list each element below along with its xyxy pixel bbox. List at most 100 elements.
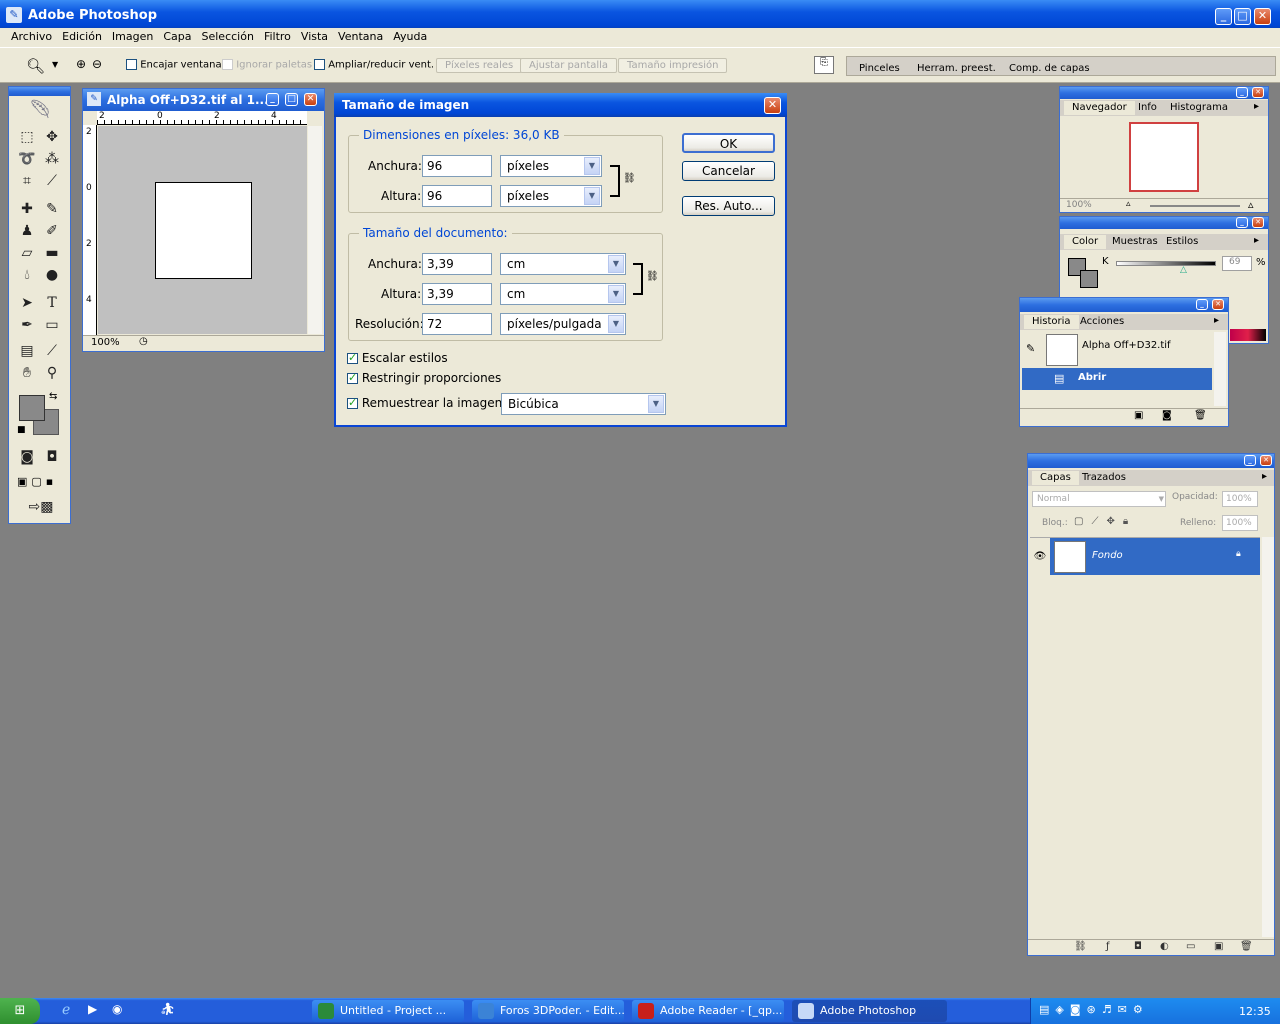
scale-styles-option[interactable]: Escalar estilos	[347, 351, 448, 365]
dodge-tool-icon[interactable]: ●	[42, 265, 62, 285]
chevron-down-icon[interactable]: ▼	[608, 285, 624, 303]
type-tool-icon[interactable]: T	[42, 293, 62, 313]
menu-seleccion[interactable]: Selección	[197, 28, 259, 46]
doc-width-unit-select[interactable]: cm ▼	[500, 253, 626, 275]
document-titlebar[interactable]: ✎ Alpha Off+D32.tif al 1... _ □ ✕	[83, 89, 324, 111]
layer-mask-icon[interactable]: ◘	[1134, 941, 1142, 952]
zoom-tool-icon[interactable]: ⚲	[42, 363, 62, 383]
chevron-down-icon[interactable]: ▼	[608, 315, 624, 333]
lasso-tool-icon[interactable]: ➰	[17, 149, 37, 169]
brush-tool-icon[interactable]: ✎	[42, 199, 62, 219]
feather-logo-icon[interactable]: 🪶︎	[13, 99, 67, 121]
new-group-icon[interactable]: ▭	[1186, 941, 1195, 952]
tab-color[interactable]: Color	[1064, 235, 1107, 249]
menu-ayuda[interactable]: Ayuda	[388, 28, 432, 46]
zoom-tool-icon[interactable]: 🔍︎	[26, 57, 45, 75]
gradient-tool-icon[interactable]: ▬	[42, 243, 62, 263]
menu-edicion[interactable]: Edición	[57, 28, 107, 46]
panel-close-button[interactable]: ✕	[1212, 299, 1224, 310]
close-button[interactable]: ✕	[1254, 8, 1271, 25]
new-document-icon[interactable]: ▣	[1134, 410, 1143, 421]
navigator-zoom-slider[interactable]	[1150, 205, 1240, 207]
chevron-down-icon[interactable]: ▼	[1159, 492, 1164, 506]
menu-ventana[interactable]: Ventana	[333, 28, 388, 46]
adjustment-layer-icon[interactable]: ◐	[1160, 941, 1169, 952]
resample-checkbox[interactable]	[347, 396, 358, 409]
panel-close-button[interactable]: ✕	[1260, 455, 1272, 466]
doc-height-unit-select[interactable]: cm ▼	[500, 283, 626, 305]
history-brush-source-icon[interactable]: ✎	[1026, 342, 1035, 355]
minimize-button[interactable]: _	[1215, 8, 1232, 25]
ok-button[interactable]: OK	[682, 133, 775, 153]
taskbar-item-reader[interactable]: Adobe Reader - [_qp...	[632, 1000, 784, 1022]
move-tool-icon[interactable]: ✥	[42, 127, 62, 147]
color-ramp[interactable]	[1230, 329, 1266, 341]
tab-styles[interactable]: Estilos	[1166, 235, 1198, 249]
opacity-input[interactable]: 100%	[1222, 491, 1258, 507]
history-snapshot-row[interactable]: ✎ Alpha Off+D32.tif	[1022, 332, 1212, 368]
color-bg-swatch[interactable]	[1080, 270, 1098, 288]
chevron-down-icon[interactable]: ▼	[584, 187, 600, 205]
pixel-height-input[interactable]: 96	[422, 185, 492, 207]
dialog-titlebar[interactable]: Tamaño de imagen ✕	[334, 93, 787, 117]
shape-tool-icon[interactable]: ▭	[42, 315, 62, 335]
quick-mask-icon[interactable]: ◘	[42, 447, 62, 467]
desktop-quicklaunch-icon[interactable]: ⛹︎	[160, 1002, 175, 1016]
navigator-preview[interactable]	[1129, 122, 1199, 192]
layer-row[interactable]: 👁︎ Fondo 🔒︎	[1030, 537, 1260, 575]
pen-tool-icon[interactable]: ✒	[17, 315, 37, 335]
panel-minimize-button[interactable]: _	[1196, 299, 1208, 310]
ie-quicklaunch-icon[interactable]: ℯ	[62, 1002, 70, 1018]
menu-imagen[interactable]: Imagen	[107, 28, 158, 46]
auto-resolution-button[interactable]: Res. Auto...	[682, 196, 775, 216]
trash-icon[interactable]: 🗑︎	[1240, 941, 1253, 952]
eye-visibility-icon[interactable]: 👁︎	[1030, 538, 1050, 575]
panel-minimize-button[interactable]: _	[1236, 87, 1248, 98]
trash-icon[interactable]: 🗑︎	[1194, 410, 1207, 421]
k-slider-handle[interactable]: △	[1180, 265, 1187, 275]
zoom-out-mountain-icon[interactable]: ▵	[1126, 199, 1131, 209]
chevron-down-icon[interactable]: ▼	[52, 60, 58, 69]
fit-window-checkbox[interactable]	[126, 59, 137, 70]
panel-menu-icon[interactable]: ▸	[1262, 471, 1267, 482]
doc-minimize-button[interactable]: _	[266, 93, 279, 106]
chevron-down-icon[interactable]: ▼	[608, 255, 624, 273]
navigator-zoom[interactable]: 100%	[1066, 200, 1092, 210]
tab-layers[interactable]: Capas	[1032, 471, 1079, 485]
zoom-level[interactable]: 100%	[91, 337, 120, 348]
magic-wand-icon[interactable]: ⁂	[42, 149, 62, 169]
k-value-input[interactable]: 69	[1222, 256, 1252, 271]
swap-colors-icon[interactable]: ⇆	[49, 391, 57, 402]
path-selection-icon[interactable]: ➤	[17, 293, 37, 313]
new-layer-icon[interactable]: ▣	[1214, 941, 1223, 952]
standard-mode-icon[interactable]: ◙	[17, 447, 37, 467]
fill-input[interactable]: 100%	[1222, 515, 1258, 531]
status-menu-icon[interactable]: ◷	[139, 336, 148, 347]
resize-windows-checkbox[interactable]	[314, 59, 325, 70]
blend-mode-select[interactable]: Normal ▼	[1032, 491, 1166, 507]
taskbar-item-browser[interactable]: Foros 3DPoder. - Edit...	[472, 1000, 624, 1022]
menu-vista[interactable]: Vista	[296, 28, 333, 46]
resample-option[interactable]: Remuestrear la imagen:	[347, 396, 506, 410]
resolution-input[interactable]: 72	[422, 313, 492, 335]
taskbar-item-project[interactable]: Untitled - Project ...	[312, 1000, 464, 1022]
well-tab-tool-presets[interactable]: Herram. preest.	[917, 63, 996, 74]
scale-styles-checkbox[interactable]	[347, 351, 358, 364]
file-browser-icon[interactable]: ⎘	[814, 56, 834, 74]
crop-tool-icon[interactable]: ⌗	[17, 171, 37, 191]
maximize-button[interactable]: □	[1234, 8, 1251, 25]
menu-filtro[interactable]: Filtro	[259, 28, 296, 46]
print-size-button[interactable]: Tamaño impresión	[618, 58, 728, 73]
panel-minimize-button[interactable]: _	[1236, 217, 1248, 228]
resize-windows-option[interactable]: Ampliar/reducir vent.	[314, 59, 434, 71]
dialog-close-button[interactable]: ✕	[764, 97, 781, 114]
notes-tool-icon[interactable]: ▤	[17, 341, 37, 361]
doc-width-input[interactable]: 3,39	[422, 253, 492, 275]
link-icon[interactable]: ⛓	[1074, 941, 1087, 952]
cancel-button[interactable]: Cancelar	[682, 161, 775, 181]
history-titlebar[interactable]: _ ✕	[1020, 298, 1228, 312]
toolbox-titlebar[interactable]	[9, 87, 70, 96]
panel-menu-icon[interactable]: ▸	[1254, 235, 1259, 246]
actual-pixels-button[interactable]: Píxeles reales	[436, 58, 523, 73]
tab-histogram[interactable]: Histograma	[1170, 101, 1228, 115]
